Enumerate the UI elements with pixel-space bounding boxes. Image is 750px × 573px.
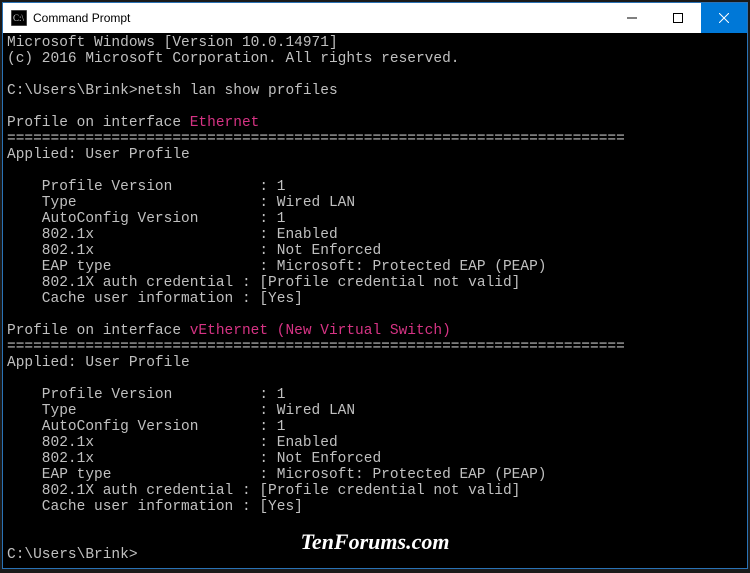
field-type: Type : Wired LAN [7,195,355,211]
interface-name-2: vEthernet (New Virtual Switch) [190,323,451,339]
field-8021x-enforced: 802.1x : Not Enforced [7,243,381,259]
field-autoconfig: AutoConfig Version : 1 [7,419,285,435]
divider: ========================================… [7,339,625,355]
field-profile-version: Profile Version : 1 [7,179,285,195]
field-auth-credential: 802.1X auth credential : [Profile creden… [7,275,520,291]
interface-name-1: Ethernet [190,115,260,131]
field-cache-user: Cache user information : [Yes] [7,291,303,307]
field-autoconfig: AutoConfig Version : 1 [7,211,285,227]
close-button[interactable] [701,3,747,33]
prompt: C:\Users\Brink> [7,83,138,99]
field-cache-user: Cache user information : [Yes] [7,499,303,515]
divider: ========================================… [7,131,625,147]
profile-header-prefix: Profile on interface [7,115,190,131]
field-eap-type: EAP type : Microsoft: Protected EAP (PEA… [7,259,547,275]
banner-line-1: Microsoft Windows [Version 10.0.14971] [7,35,338,51]
window-title: Command Prompt [33,11,609,25]
applied-label: Applied: User Profile [7,147,190,163]
field-eap-type: EAP type : Microsoft: Protected EAP (PEA… [7,467,547,483]
field-8021x-enabled: 802.1x : Enabled [7,227,338,243]
field-auth-credential: 802.1X auth credential : [Profile creden… [7,483,520,499]
field-8021x-enforced: 802.1x : Not Enforced [7,451,381,467]
window-controls [609,3,747,33]
profile-header-prefix: Profile on interface [7,323,190,339]
field-profile-version: Profile Version : 1 [7,387,285,403]
applied-label: Applied: User Profile [7,355,190,371]
terminal-output[interactable]: Microsoft Windows [Version 10.0.14971] (… [3,33,747,568]
field-type: Type : Wired LAN [7,403,355,419]
cmd-icon: C:\ [11,10,27,26]
command-entered: netsh lan show profiles [138,83,338,99]
maximize-button[interactable] [655,3,701,33]
prompt-ready: C:\Users\Brink> [7,547,138,563]
banner-line-2: (c) 2016 Microsoft Corporation. All righ… [7,51,459,67]
command-prompt-window: C:\ Command Prompt Microsoft Windows [Ve… [2,2,748,569]
minimize-button[interactable] [609,3,655,33]
titlebar[interactable]: C:\ Command Prompt [3,3,747,33]
field-8021x-enabled: 802.1x : Enabled [7,435,338,451]
svg-text:C:\: C:\ [13,13,25,23]
